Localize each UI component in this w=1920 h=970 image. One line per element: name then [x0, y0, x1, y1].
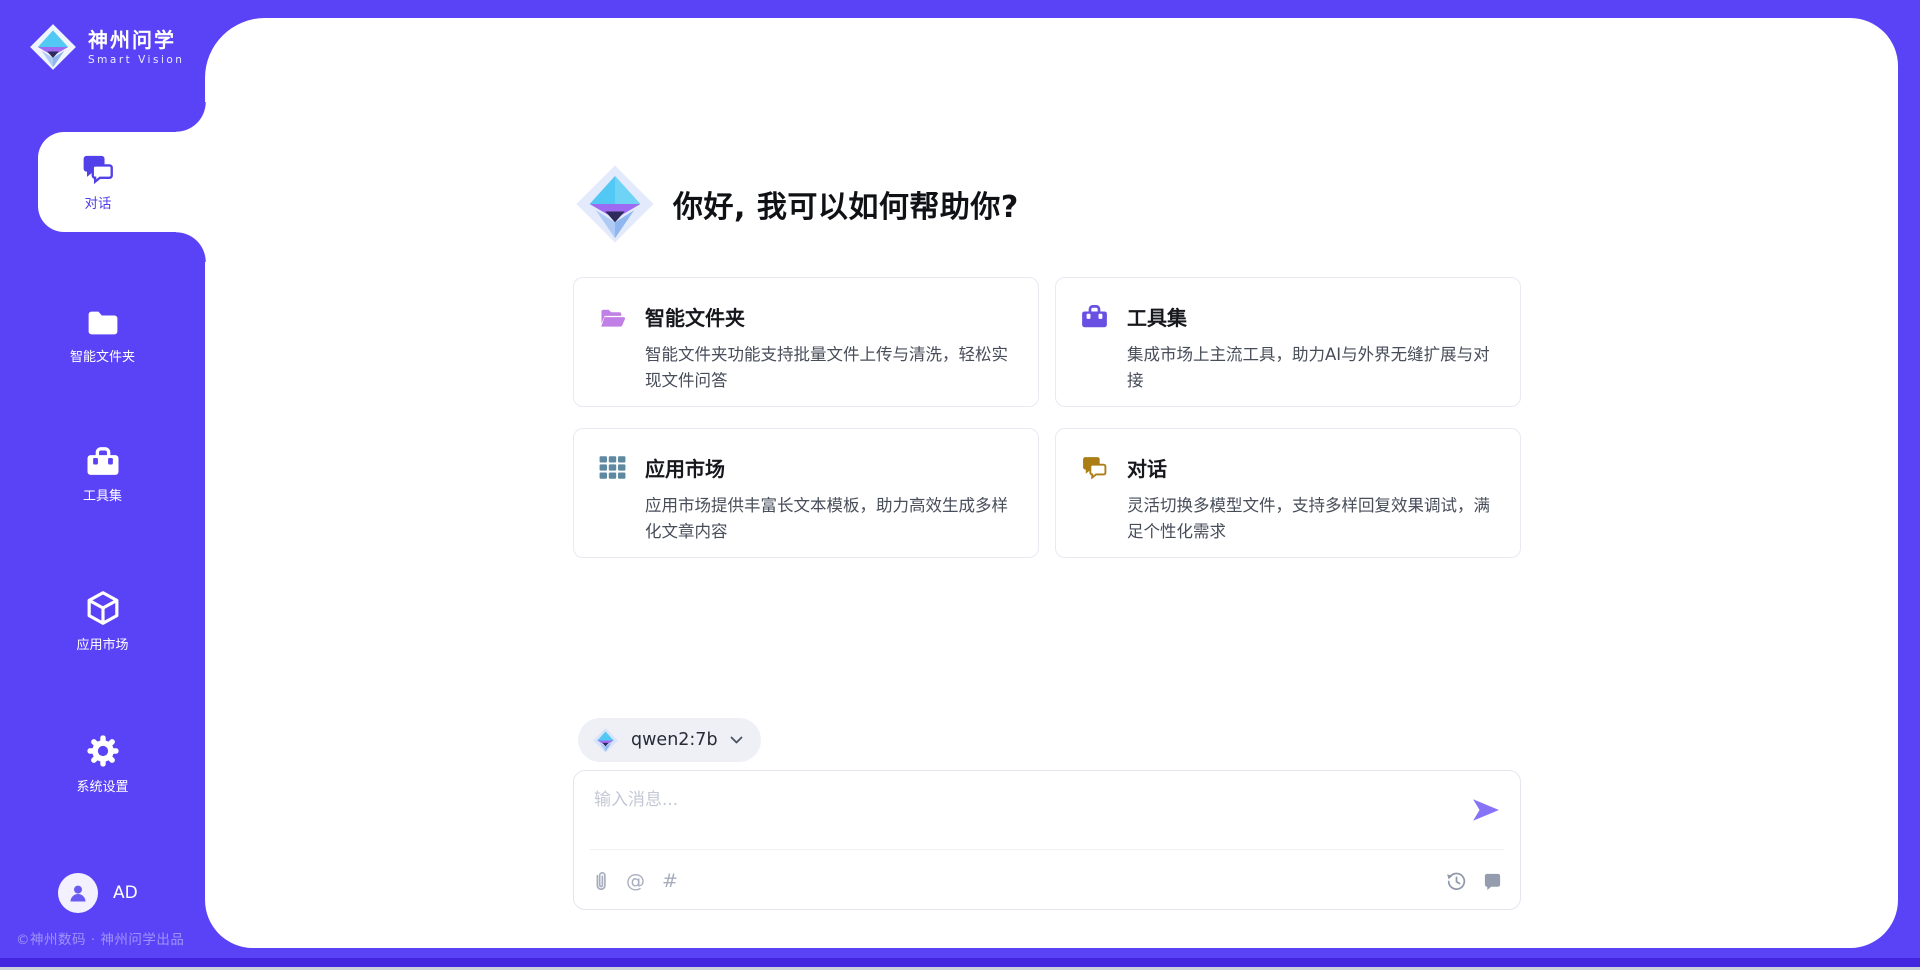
input-divider [590, 849, 1504, 850]
input-toolbar: @ # [592, 864, 1502, 898]
greeting-title: 你好, 我可以如何帮助你? [673, 182, 1019, 226]
card-title: 对话 [1127, 453, 1496, 482]
card-title: 工具集 [1127, 302, 1496, 331]
app-logo: 神州问学 Smart Vision [28, 22, 184, 72]
brand-diamond-icon [573, 162, 657, 246]
topic-button[interactable]: # [662, 870, 678, 892]
user-profile[interactable]: AD [58, 873, 138, 913]
card-app-market[interactable]: 应用市场 应用市场提供丰富长文本模板，助力高效生成多样化文章内容 [573, 428, 1039, 558]
card-toolset[interactable]: 工具集 集成市场上主流工具，助力AI与外界无缝扩展与对接 [1055, 277, 1521, 407]
feature-cards: 智能文件夹 智能文件夹功能支持批量文件上传与清洗，轻松实现文件问答 工具集 集成… [573, 277, 1521, 558]
tab-curve-bottom [176, 232, 206, 262]
main-content-panel: 你好, 我可以如何帮助你? 智能文件夹 智能文件夹功能支持批量文件上传与清洗，轻… [205, 18, 1898, 948]
card-description: 集成市场上主流工具，助力AI与外界无缝扩展与对接 [1127, 342, 1496, 393]
sidebar: 神州问学 Smart Vision 对话 智能文件夹 工具集 应用市场 [0, 0, 205, 970]
paperclip-icon [592, 870, 609, 893]
message-input-box: @ # [573, 770, 1521, 910]
sidebar-item-label: 应用市场 [76, 634, 128, 653]
sidebar-item-settings[interactable]: 系统设置 [0, 734, 205, 795]
copyright-text: ©神州数码 · 神州问学出品 [16, 928, 184, 948]
greeting: 你好, 我可以如何帮助你? [573, 160, 1019, 248]
chat-icon [1081, 454, 1108, 481]
person-icon [66, 881, 90, 905]
history-button[interactable] [1446, 871, 1467, 892]
conversation-button[interactable] [1483, 872, 1502, 891]
avatar [58, 873, 98, 913]
card-title: 智能文件夹 [645, 302, 1014, 331]
toolbox-icon [1081, 303, 1108, 330]
at-icon: @ [626, 870, 645, 892]
chat-square-icon [1483, 872, 1502, 891]
folder-open-icon [599, 303, 626, 330]
app-title: 神州问学 [88, 28, 184, 52]
card-description: 灵活切换多模型文件，支持多样回复效果调试，满足个性化需求 [1127, 493, 1496, 544]
app-subtitle: Smart Vision [88, 54, 184, 66]
cube-icon [86, 590, 120, 626]
card-description: 智能文件夹功能支持批量文件上传与清洗，轻松实现文件问答 [645, 342, 1014, 393]
card-title: 应用市场 [645, 453, 1014, 482]
toolbox-icon [86, 446, 120, 477]
sidebar-item-label: 智能文件夹 [70, 346, 135, 365]
sidebar-item-app-market[interactable]: 应用市场 [0, 590, 205, 653]
model-logo-icon [592, 727, 619, 754]
mention-button[interactable]: @ [626, 870, 645, 892]
message-input[interactable] [594, 785, 1454, 843]
sidebar-item-label: 系统设置 [76, 776, 128, 795]
send-icon [1472, 798, 1500, 822]
sidebar-item-label: 对话 [85, 192, 112, 212]
sidebar-item-toolset[interactable]: 工具集 [0, 446, 205, 504]
model-name: qwen2:7b [631, 730, 718, 750]
send-button[interactable] [1470, 797, 1502, 825]
user-name: AD [113, 883, 138, 903]
card-smart-folder[interactable]: 智能文件夹 智能文件夹功能支持批量文件上传与清洗，轻松实现文件问答 [573, 277, 1039, 407]
gear-icon [86, 734, 120, 768]
sidebar-item-chat[interactable]: 对话 [38, 132, 210, 232]
grid-icon [599, 454, 626, 481]
hash-icon: # [662, 870, 678, 892]
sidebar-item-label: 工具集 [83, 485, 122, 504]
card-description: 应用市场提供丰富长文本模板，助力高效生成多样化文章内容 [645, 493, 1014, 544]
chat-icon [81, 153, 115, 185]
card-chat[interactable]: 对话 灵活切换多模型文件，支持多样回复效果调试，满足个性化需求 [1055, 428, 1521, 558]
frame-bottom-strip [0, 958, 1920, 967]
logo-diamond-icon [28, 22, 78, 72]
folder-icon [86, 308, 120, 338]
history-icon [1446, 871, 1467, 892]
sidebar-item-smart-folder[interactable]: 智能文件夹 [0, 308, 205, 365]
tab-curve-top [176, 102, 206, 132]
chevron-down-icon [730, 736, 743, 744]
model-selector[interactable]: qwen2:7b [578, 718, 761, 762]
attach-button[interactable] [592, 870, 609, 893]
